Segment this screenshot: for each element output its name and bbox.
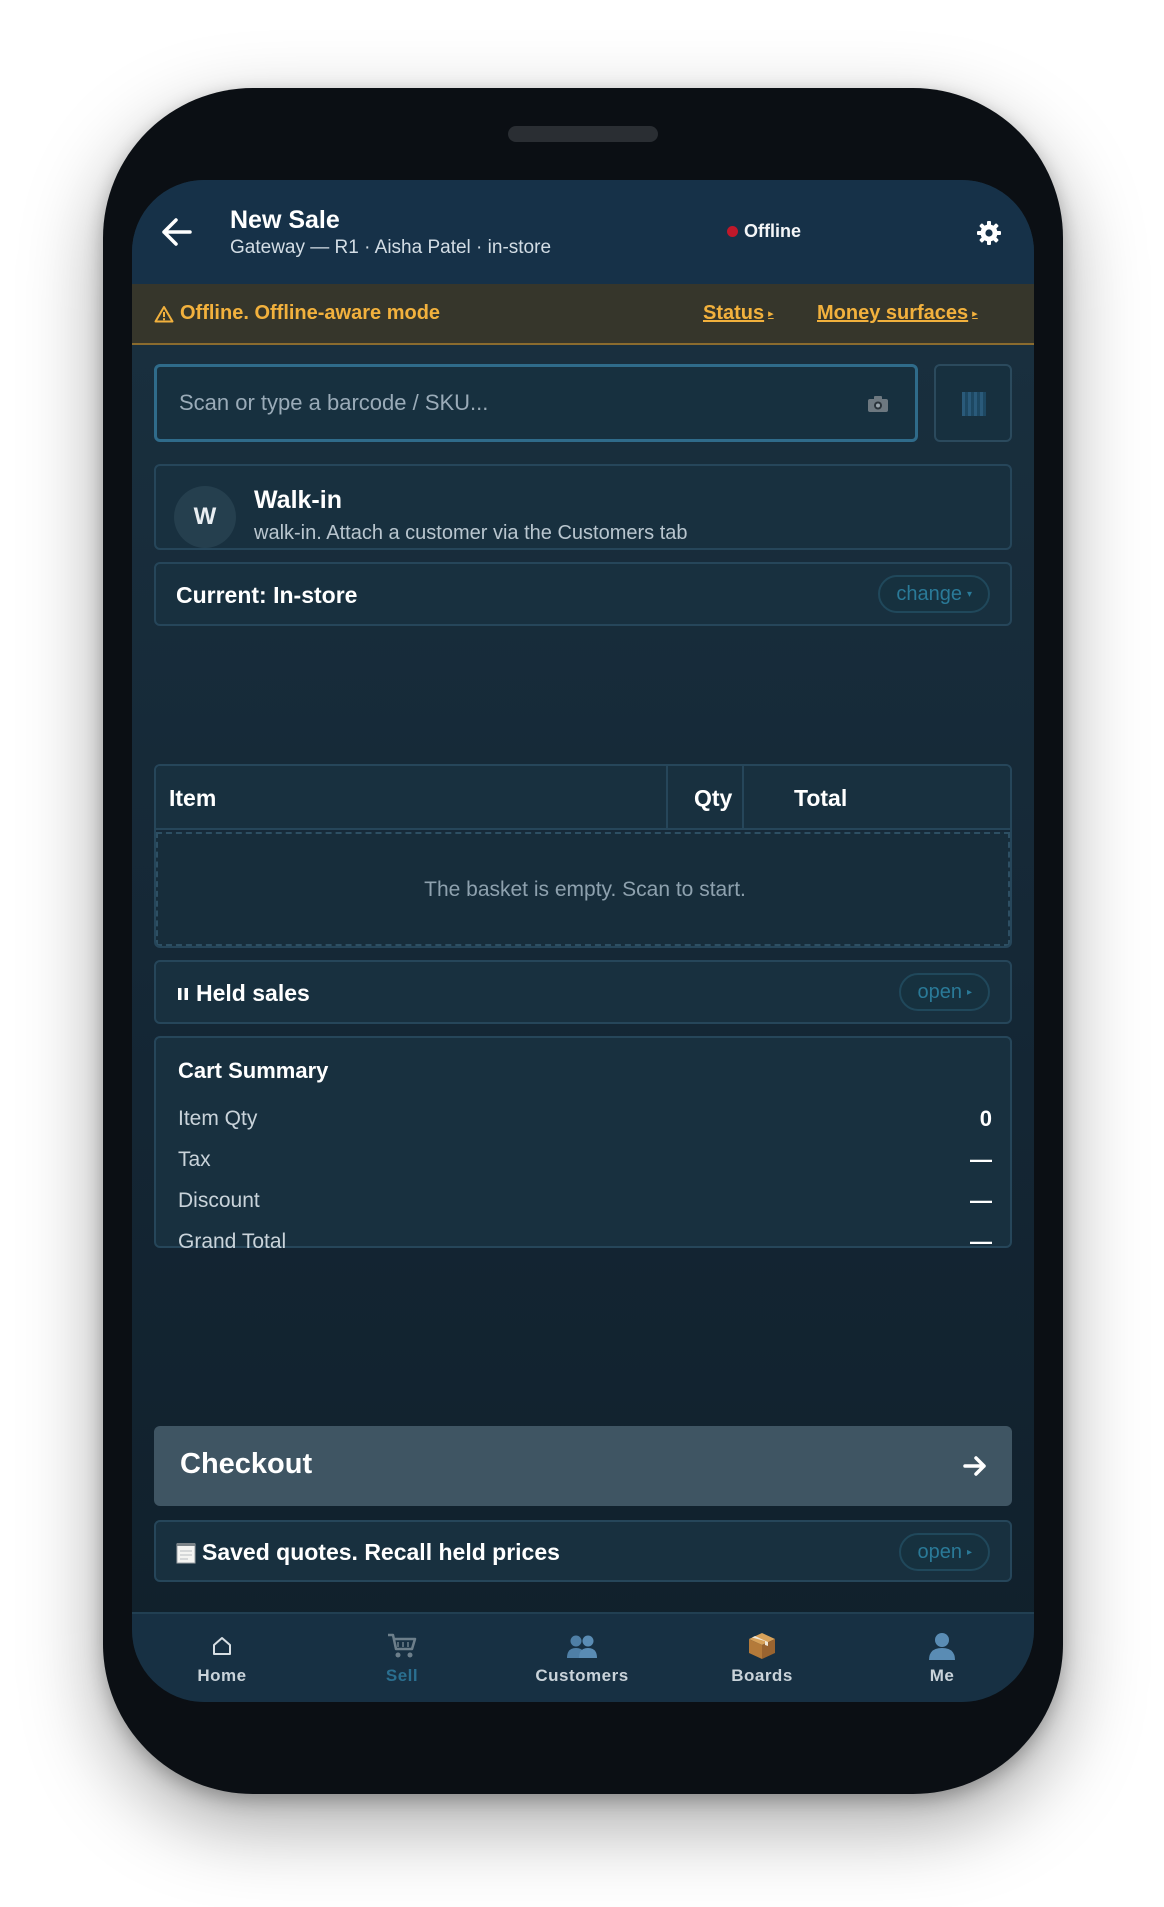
checkout-button[interactable]: Checkout [154,1426,1012,1506]
barcode-search-placeholder: Scan or type a barcode / SKU... [179,390,489,415]
home-icon [210,1626,234,1666]
nav-item-customers[interactable]: Customers [492,1614,672,1702]
sale-mode-label: Current: In-store [176,582,358,608]
held-sales-open-button[interactable]: open ▸ [899,973,990,1011]
nav-item-sell[interactable]: Sell [312,1614,492,1702]
connection-status-label: Offline [744,221,801,241]
nav-item-boards[interactable]: Boards [672,1614,852,1702]
saved-quotes-card: Saved quotes. Recall held prices open ▸ [154,1520,1012,1582]
connection-status: Offline [727,221,801,242]
app-screen: New Sale Gateway — R1 · Aisha Patel · in… [132,180,1034,1702]
triangle-right-icon: ▸ [972,308,978,320]
person-icon [927,1626,957,1666]
summary-label: Discount [178,1189,260,1212]
triangle-right-icon: ▸ [966,1546,972,1558]
triangle-right-icon: ▸ [966,986,972,998]
held-sales-title: Held sales [176,980,310,1007]
held-sales-card: Held sales open ▸ [154,960,1012,1024]
box-icon [747,1626,777,1666]
triangle-right-icon: ▸ [768,308,774,320]
money-surfaces-link-label: Money surfaces [817,302,969,324]
customer-subtitle: walk-in. Attach a customer via the Custo… [254,522,688,544]
phone-speaker [508,126,658,142]
column-header-item: Item [169,784,217,811]
offline-banner-text: Offline. Offline-aware mode [180,302,441,324]
back-button[interactable] [156,214,196,250]
offline-dot-icon [727,226,738,237]
column-header-qty: Qty [694,784,733,811]
saved-quotes-title: Saved quotes. Recall held prices [176,1539,560,1566]
cart-summary-card: Cart Summary Item Qty 0 Tax — Discount —… [154,1036,1012,1254]
summary-value: — [970,1229,992,1254]
checkout-label: Checkout [180,1448,313,1480]
people-icon [565,1626,599,1666]
customer-avatar: W [174,486,236,548]
sale-mode-card: Current: In-store change ▾ [154,562,1012,626]
chevron-down-icon: ▾ [966,588,972,600]
summary-value: 0 [979,1106,992,1131]
cart-summary-title: Cart Summary [178,1058,329,1083]
nav-item-me[interactable]: Me [852,1614,1032,1702]
nav-label: Boards [731,1666,793,1685]
saved-quotes-open-label: open [917,1540,962,1563]
arrow-right-icon [963,1456,986,1476]
summary-label: Item Qty [178,1107,258,1130]
summary-row-tax: Tax — [178,1143,992,1177]
change-mode-label: change [896,582,962,605]
customer-name: Walk-in [254,486,342,514]
summary-row-grand-total: Grand Total — [178,1225,992,1259]
basket-empty-message: The basket is empty. Scan to start. [424,878,746,901]
gear-icon [977,221,1001,245]
nav-label: Sell [385,1666,419,1685]
phone-frame: New Sale Gateway — R1 · Aisha Patel · in… [103,88,1063,1794]
status-link-label: Status [703,302,765,324]
summary-value: — [970,1147,992,1172]
basket-table-header: Item Qty Total [156,766,1010,830]
summary-label: Tax [178,1148,211,1171]
summary-label: Grand Total [178,1230,287,1253]
bottom-nav: Home Sell Customers Boards Me [132,1612,1034,1702]
basket-empty-state: The basket is empty. Scan to start. [156,832,1010,946]
column-divider [666,766,668,830]
saved-quotes-label: Saved quotes. Recall held prices [202,1539,560,1565]
pause-icon [178,987,188,1000]
summary-row-discount: Discount — [178,1184,992,1218]
customer-card[interactable]: W Walk-in walk-in. Attach a customer via… [154,464,1012,550]
held-sales-label: Held sales [196,980,310,1006]
column-divider [742,766,744,830]
summary-row-item-qty: Item Qty 0 [178,1102,992,1136]
barcode-scanner-button[interactable] [934,364,1012,442]
nav-item-home[interactable]: Home [132,1614,312,1702]
page-subtitle: Gateway — R1 · Aisha Patel · in-store [230,237,552,258]
summary-value: — [970,1188,992,1213]
nav-label: Customers [535,1666,629,1685]
app-header: New Sale Gateway — R1 · Aisha Patel · in… [132,180,1034,284]
money-surfaces-link[interactable]: Money surfaces ▸ [817,302,978,325]
column-header-total: Total [794,784,848,811]
saved-quotes-open-button[interactable]: open ▸ [899,1533,990,1571]
offline-banner: Offline. Offline-aware mode Status ▸ Mon… [132,284,1034,345]
nav-label: Home [197,1666,247,1685]
barcode-search-input[interactable]: Scan or type a barcode / SKU... [154,364,918,442]
status-link[interactable]: Status ▸ [703,302,774,325]
back-arrow-icon [162,218,192,246]
page-title: New Sale [230,206,340,234]
nav-label: Me [929,1666,955,1685]
offline-banner-message: Offline. Offline-aware mode [154,302,440,325]
change-mode-button[interactable]: change ▾ [878,575,990,613]
warning-icon [154,305,174,322]
barcode-icon [962,392,986,416]
cart-icon [386,1626,418,1666]
camera-icon[interactable] [867,395,889,413]
basket-table: Item Qty Total The basket is empty. Scan… [154,764,1012,948]
settings-button[interactable] [974,218,1004,248]
note-icon [176,1542,196,1563]
held-sales-open-label: open [917,980,962,1003]
